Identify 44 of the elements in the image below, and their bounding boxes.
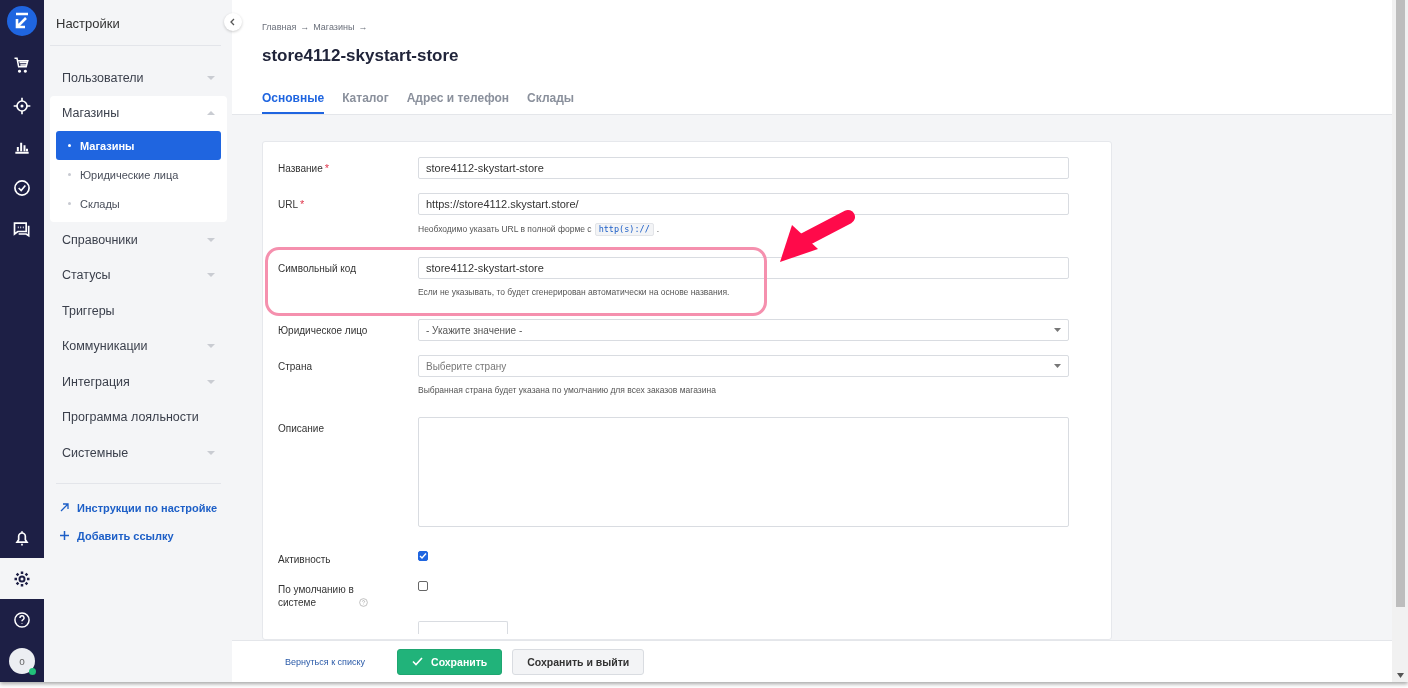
text-field[interactable]: https://store4112.skystart.store/ — [418, 193, 1069, 215]
tab[interactable]: Основные — [262, 90, 325, 114]
dropdown-field[interactable]: Выберите страну — [418, 355, 1069, 377]
sidebar-group[interactable]: Коммуникации — [50, 328, 227, 364]
field-label: Активность — [278, 554, 331, 565]
field-label: Страна — [278, 361, 312, 372]
field-label: Юридическое лицо — [278, 325, 368, 336]
field-label: Название — [278, 163, 323, 174]
sidebar-link[interactable]: Инструкции по настройке — [56, 493, 221, 522]
sidebar-group[interactable]: Триггеры — [50, 293, 227, 329]
field-hint: Если не указывать, то будет сгенерирован автоматически на основе названия. — [418, 287, 730, 298]
user-avatar[interactable]: o — [9, 648, 35, 674]
field-label: URL — [278, 199, 298, 210]
dropdown-field[interactable]: - Укажите значение - — [418, 319, 1069, 341]
field-label: Описание — [278, 423, 324, 434]
page-title: store4112-skystart-store — [262, 46, 460, 66]
sidebar-group[interactable]: Статусы — [50, 257, 227, 293]
sidebar-group[interactable]: Интеграция — [50, 364, 227, 400]
sidebar-item[interactable]: Склады — [56, 189, 221, 218]
breadcrumb-separator: → — [358, 22, 368, 32]
save-exit-button[interactable]: Сохранить и выйти — [512, 648, 645, 675]
sidebar-group[interactable]: Магазины — [50, 95, 227, 131]
breadcrumb-separator: → — [300, 22, 310, 32]
code-snippet: http(s):// — [594, 223, 654, 236]
sidebar-title: Настройки — [56, 16, 120, 31]
breadcrumb-link[interactable]: Магазины — [313, 22, 355, 32]
field-label: По умолчанию в системе — [278, 583, 355, 609]
sidebar-item[interactable]: Юридические лица — [56, 160, 221, 189]
field-label: Символьный код — [278, 263, 356, 274]
sidebar-group[interactable]: Справочники — [50, 222, 227, 258]
text-field[interactable]: store4112-skystart-store — [418, 157, 1069, 179]
sidebar-item[interactable]: Магазины — [56, 131, 221, 160]
sidebar-group[interactable]: Программа лояльности — [50, 399, 227, 435]
sidebar-group[interactable]: Системные — [50, 435, 227, 471]
breadcrumb-link[interactable]: Главная — [262, 22, 297, 32]
back-link[interactable]: Вернуться к списку — [285, 656, 366, 667]
required-mark: * — [324, 162, 329, 174]
required-mark: * — [300, 198, 305, 210]
field-hint: Необходимо указать URL в полной форме с — [418, 224, 592, 235]
sidebar-link[interactable]: Добавить ссылку — [56, 521, 221, 550]
hint-period: . — [656, 224, 660, 235]
sidebar-group[interactable]: Пользователи — [50, 60, 227, 96]
field-hint: Выбранная страна будет указана по умолчанию для всех заказов магазина — [418, 385, 716, 396]
text-field[interactable]: store4112-skystart-store — [418, 257, 1069, 279]
